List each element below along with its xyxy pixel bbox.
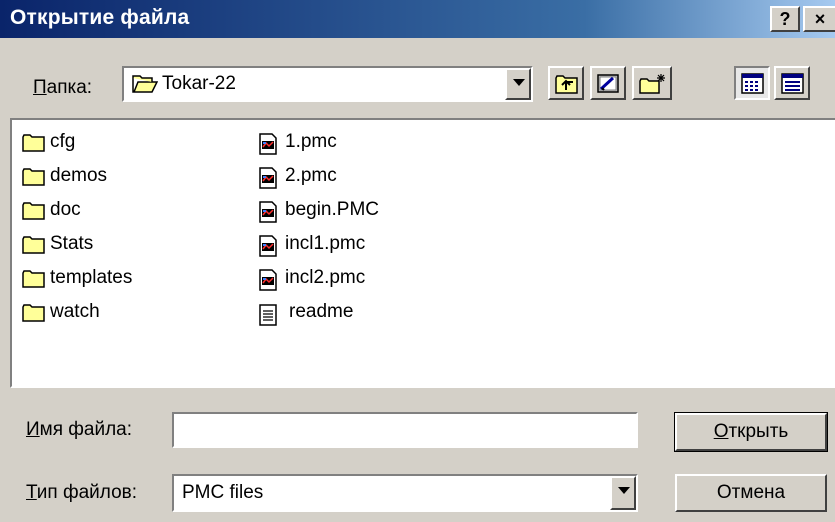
list-item-label: readme [289, 301, 354, 322]
text-file-icon [259, 304, 277, 326]
folder-icon [22, 202, 45, 220]
folder-icon [22, 304, 45, 322]
folder-dropdown-button[interactable] [505, 68, 531, 100]
pmc-file-icon [259, 269, 277, 291]
list-item-label: incl1.pmc [285, 233, 366, 254]
folder-icon [132, 74, 159, 99]
create-new-folder-button[interactable] [632, 66, 672, 100]
help-button[interactable]: ? [770, 6, 800, 32]
list-item-label: demos [50, 165, 108, 186]
current-folder-value: Tokar-22 [162, 73, 236, 94]
filename-input[interactable] [172, 412, 638, 448]
filetype-select[interactable]: PMC files [172, 474, 638, 512]
list-item-label: Stats [50, 233, 94, 254]
up-one-level-button[interactable] [548, 66, 584, 100]
list-item-label: 2.pmc [285, 165, 337, 186]
pmc-file-icon [259, 167, 277, 189]
cancel-button[interactable]: Отмена [675, 474, 827, 512]
folder-icon [22, 236, 45, 254]
folder-combobox[interactable]: Tokar-22 [122, 66, 533, 102]
folder-icon [22, 270, 45, 288]
folder-label: Папка: [33, 77, 93, 98]
window-title: Открытие файла [10, 6, 190, 29]
close-button[interactable]: × [803, 6, 835, 32]
list-item-label: incl2.pmc [285, 267, 366, 288]
list-view-button[interactable] [734, 66, 770, 100]
list-item-label: cfg [50, 131, 76, 152]
folder-icon [22, 134, 45, 152]
filetype-label: Тип файлов: [26, 482, 138, 503]
filetype-value: PMC files [182, 482, 264, 503]
pmc-file-icon [259, 235, 277, 257]
filetype-dropdown-button[interactable] [610, 476, 636, 510]
list-item-label: 1.pmc [285, 131, 337, 152]
list-item-label: templates [50, 267, 133, 288]
desktop-button[interactable] [590, 66, 626, 100]
list-item-label: begin.PMC [285, 199, 379, 220]
pmc-file-icon [259, 133, 277, 155]
folder-icon [22, 168, 45, 186]
pmc-file-icon [259, 201, 277, 223]
list-item-label: watch [50, 301, 100, 322]
filename-label: Имя файла: [26, 419, 133, 440]
file-list[interactable]: cfg demos doc Stats templates watch 1.pm… [10, 118, 835, 388]
open-button[interactable]: Открыть [674, 412, 828, 452]
title-bar: Открытие файла ? × [0, 0, 835, 38]
details-view-button[interactable] [774, 66, 810, 100]
list-item-label: doc [50, 199, 81, 220]
